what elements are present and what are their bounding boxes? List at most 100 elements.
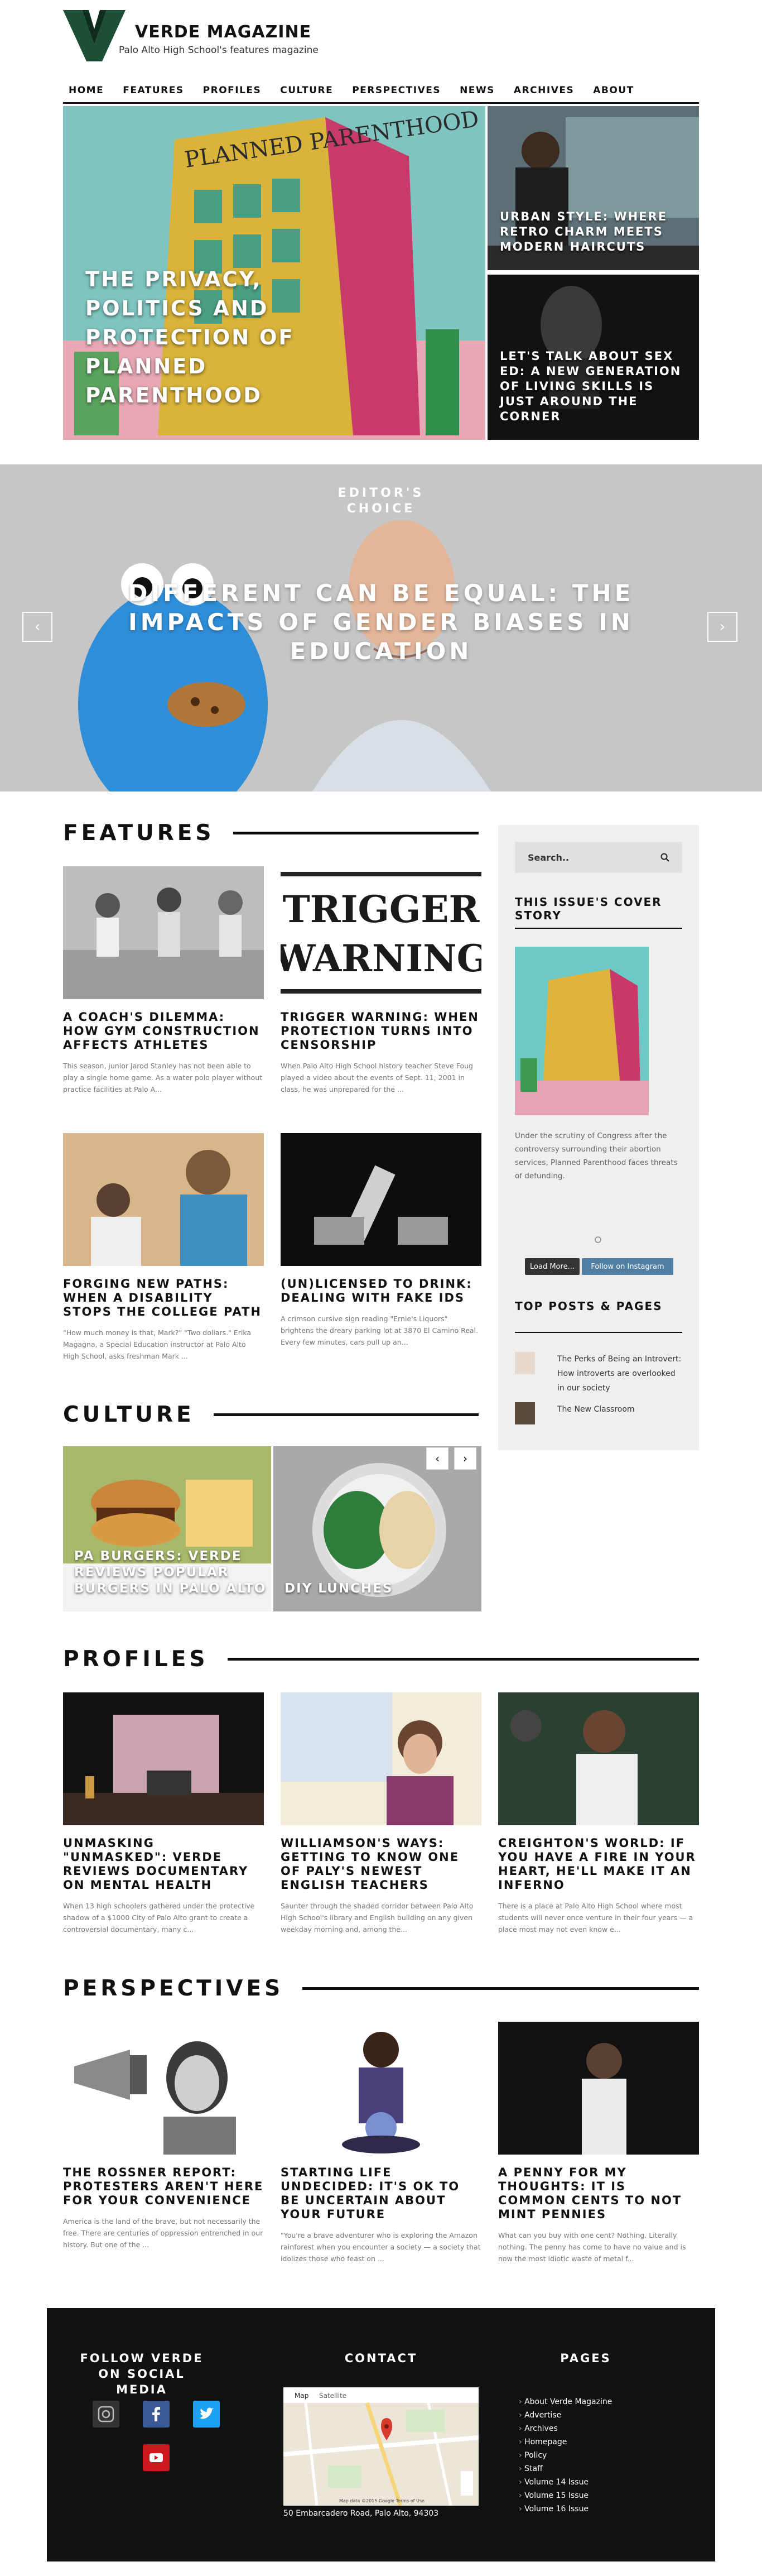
twitter-icon[interactable] (193, 2401, 220, 2428)
hero-side-bottom-title[interactable]: LET'S TALK ABOUT SEX ED: A NEW GENERATIO… (500, 349, 688, 424)
perspective-card-excerpt: What can you buy with one cent? Nothing.… (498, 2231, 686, 2263)
nav-home[interactable]: HOME (69, 85, 104, 96)
site-title[interactable]: VERDE MAGAZINE (135, 22, 311, 42)
top-post-link[interactable]: The Perks of Being an Introvert: How int… (557, 1352, 682, 1395)
nav-news[interactable]: NEWS (460, 85, 495, 96)
perspective-card-image[interactable] (498, 2022, 699, 2155)
footer-pages-heading: PAGES (560, 2352, 611, 2365)
footer-page-link[interactable]: Volume 16 Issue (519, 2502, 612, 2516)
nav-archives[interactable]: ARCHIVES (514, 85, 574, 96)
feature-card[interactable]: A COACH'S DILEMMA: HOW GYM CONSTRUCTION … (63, 866, 264, 1095)
profile-card-excerpt: Saunter through the shaded corridor betw… (281, 1902, 474, 1934)
profile-card-title[interactable]: CREIGHTON'S WORLD: IF YOU HAVE A FIRE IN… (498, 1836, 699, 1892)
features-heading[interactable]: FEATURES (63, 821, 214, 846)
cover-image[interactable] (515, 947, 649, 1115)
editors-choice-title[interactable]: DIFFERENT CAN BE EQUAL: THE IMPACTS OF G… (112, 579, 650, 666)
top-post-thumbnail[interactable] (515, 1402, 535, 1424)
feature-card[interactable]: TRIGGER WARNING TRIGGER WARNING: WHEN PR… (281, 866, 481, 1095)
profile-card-image[interactable] (63, 1692, 264, 1825)
map-tab-satellite[interactable]: Satellite (319, 2392, 346, 2400)
perspective-card[interactable]: A PENNY FOR MY THOUGHTS: IT IS COMMON CE… (498, 2022, 699, 2265)
top-post-item[interactable]: The Perks of Being an Introvert: How int… (515, 1352, 682, 1395)
verde-logo[interactable] (63, 10, 126, 61)
hero-main-story[interactable]: PLANNED PARENTHOOD THE PRIVACY, POLITICS… (63, 106, 485, 440)
feature-card-image[interactable]: TRIGGER WARNING (281, 866, 481, 999)
feature-card-title[interactable]: A COACH'S DILEMMA: HOW GYM CONSTRUCTION … (63, 1010, 264, 1052)
footer-page-link[interactable]: Volume 14 Issue (519, 2476, 612, 2489)
search-icon[interactable] (660, 853, 669, 862)
profile-card-title[interactable]: UNMASKING "UNMASKED": VERDE REVIEWS DOCU… (63, 1836, 264, 1892)
feature-card-excerpt: A crimson cursive sign reading "Ernie's … (281, 1315, 478, 1346)
footer-page-link[interactable]: Homepage (519, 2435, 612, 2449)
profile-card[interactable]: CREIGHTON'S WORLD: IF YOU HAVE A FIRE IN… (498, 1692, 699, 1935)
profile-card-image[interactable] (281, 1692, 481, 1825)
youtube-icon[interactable] (143, 2444, 170, 2471)
feature-card-title[interactable]: FORGING NEW PATHS: WHEN A DISABILITY STO… (63, 1277, 264, 1319)
footer-page-link[interactable]: Advertise (519, 2409, 612, 2422)
perspectives-heading[interactable]: PERSPECTIVES (63, 1976, 283, 2001)
footer-page-link[interactable]: Staff (519, 2462, 612, 2476)
feature-card-image[interactable] (281, 1133, 481, 1266)
perspective-card-image[interactable] (281, 2022, 481, 2155)
feature-card-image[interactable] (63, 866, 264, 999)
follow-instagram-button[interactable]: Follow on Instagram (582, 1258, 673, 1275)
slider-prev-button[interactable]: ‹ (22, 612, 52, 642)
hero-side-top-title[interactable]: URBAN STYLE: WHERE RETRO CHARM MEETS MOD… (500, 209, 688, 255)
top-post-thumbnail[interactable] (515, 1352, 535, 1374)
culture-card-title[interactable]: DIY LUNCHES (284, 1581, 393, 1597)
feature-card[interactable]: (UN)LICENSED TO DRINK: DEALING WITH FAKE… (281, 1133, 481, 1348)
footer-page-link[interactable]: Archives (519, 2422, 612, 2435)
footer-page-link[interactable]: About Verde Magazine (519, 2395, 612, 2409)
map-tab-map[interactable]: Map (295, 2392, 308, 2400)
feature-card[interactable]: FORGING NEW PATHS: WHEN A DISABILITY STO… (63, 1133, 264, 1362)
footer-page-link[interactable]: Policy (519, 2449, 612, 2462)
footer-page-link[interactable]: Volume 15 Issue (519, 2489, 612, 2502)
contact-map[interactable]: Map Satellite Map data ©2015 Google Term… (283, 2387, 479, 2506)
perspective-card-excerpt: "You're a brave adventurer who is explor… (281, 2231, 481, 2263)
culture-next-button[interactable]: › (454, 1447, 476, 1470)
feature-card-title[interactable]: (UN)LICENSED TO DRINK: DEALING WITH FAKE… (281, 1277, 481, 1305)
top-post-item[interactable]: The New Classroom (515, 1402, 682, 1424)
perspective-card-image[interactable] (63, 2022, 264, 2155)
feature-card-image[interactable] (63, 1133, 264, 1266)
hero-side-bottom-story[interactable]: LET'S TALK ABOUT SEX ED: A NEW GENERATIO… (488, 275, 699, 440)
nav-culture[interactable]: CULTURE (280, 85, 333, 96)
editors-choice-slider: EDITOR'S CHOICE DIFFERENT CAN BE EQUAL: … (0, 464, 762, 791)
page: VERDE MAGAZINE Palo Alto High School's f… (0, 0, 762, 2576)
profile-card-image[interactable] (498, 1692, 699, 1825)
profile-card-title[interactable]: WILLIAMSON'S WAYS: GETTING TO KNOW ONE O… (281, 1836, 481, 1892)
profiles-heading[interactable]: PROFILES (63, 1647, 209, 1672)
culture-card[interactable]: PA BURGERS: VERDE REVIEWS POPULAR BURGER… (63, 1446, 271, 1611)
perspective-card-title[interactable]: STARTING LIFE UNDECIDED: IT'S OK TO BE U… (281, 2166, 481, 2222)
facebook-icon[interactable] (143, 2401, 170, 2428)
culture-section-heading: CULTURE (63, 1402, 479, 1427)
top-posts-heading: TOP POSTS & PAGES (515, 1299, 663, 1313)
footer: FOLLOW VERDE ON SOCIAL MEDIA CONTACT PAG… (47, 2308, 715, 2561)
slider-next-button[interactable]: › (707, 612, 737, 642)
culture-prev-button[interactable]: ‹ (426, 1447, 448, 1470)
instagram-loading-icon (595, 1236, 601, 1243)
top-post-link[interactable]: The New Classroom (557, 1402, 635, 1417)
instagram-icon[interactable] (93, 2401, 119, 2428)
profile-card[interactable]: WILLIAMSON'S WAYS: GETTING TO KNOW ONE O… (281, 1692, 481, 1935)
nav-about[interactable]: ABOUT (593, 85, 634, 96)
feature-card-title[interactable]: TRIGGER WARNING: WHEN PROTECTION TURNS I… (281, 1010, 481, 1052)
load-more-button[interactable]: Load More... (525, 1258, 580, 1275)
nav-features[interactable]: FEATURES (123, 85, 184, 96)
nav-profiles[interactable]: PROFILES (203, 85, 262, 96)
perspective-card-title[interactable]: THE ROSSNER REPORT: PROTESTERS AREN'T HE… (63, 2166, 264, 2208)
hero-side-top-story[interactable]: URBAN STYLE: WHERE RETRO CHARM MEETS MOD… (488, 106, 699, 270)
search-input[interactable]: Search.. (515, 842, 682, 873)
nav-perspectives[interactable]: PERSPECTIVES (352, 85, 441, 96)
profile-card[interactable]: UNMASKING "UNMASKED": VERDE REVIEWS DOCU… (63, 1692, 264, 1935)
hero-main-title[interactable]: THE PRIVACY, POLITICS AND PROTECTION OF … (85, 265, 375, 410)
perspective-card[interactable]: THE ROSSNER REPORT: PROTESTERS AREN'T HE… (63, 2022, 264, 2251)
cover-story-rule (515, 928, 682, 929)
trigger-warning-image-text-1: TRIGGER (283, 888, 480, 931)
culture-heading[interactable]: CULTURE (63, 1402, 195, 1427)
culture-card[interactable]: DIY LUNCHES (273, 1446, 481, 1611)
perspective-card-title[interactable]: A PENNY FOR MY THOUGHTS: IT IS COMMON CE… (498, 2166, 699, 2222)
culture-card-title[interactable]: PA BURGERS: VERDE REVIEWS POPULAR BURGER… (74, 1548, 271, 1597)
feature-card-excerpt: "How much money is that, Mark?" "Two dol… (63, 1328, 252, 1360)
perspective-card[interactable]: STARTING LIFE UNDECIDED: IT'S OK TO BE U… (281, 2022, 481, 2265)
